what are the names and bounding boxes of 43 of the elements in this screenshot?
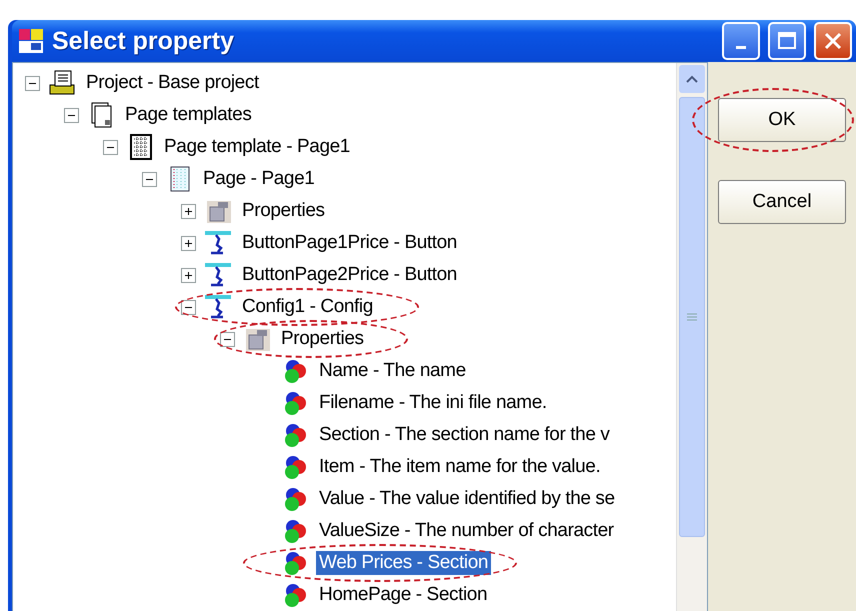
maximize-button[interactable] bbox=[768, 22, 806, 60]
close-icon bbox=[823, 31, 843, 51]
tree-item[interactable]: Value - The value identified by the se bbox=[316, 487, 618, 511]
maximize-icon bbox=[777, 31, 797, 51]
tree-item[interactable]: Config1 - Config bbox=[239, 295, 376, 319]
collapse-icon[interactable] bbox=[220, 332, 235, 346]
window-title: Select property bbox=[52, 26, 236, 56]
scroll-up-icon[interactable] bbox=[679, 65, 705, 93]
tree-item[interactable]: Filename - The ini file name. bbox=[316, 391, 550, 415]
tree-item[interactable]: Page - Page1 bbox=[200, 167, 318, 191]
figure-icon bbox=[203, 229, 233, 257]
collapse-icon[interactable] bbox=[181, 300, 196, 314]
tree-item[interactable]: Properties bbox=[239, 199, 328, 223]
binder-icon bbox=[47, 69, 77, 97]
app-icon bbox=[18, 28, 44, 54]
tree-item[interactable]: Page template - Page1 bbox=[161, 135, 353, 159]
dialog-button[interactable]: Cancel bbox=[718, 180, 846, 224]
minimize-icon bbox=[736, 46, 746, 48]
tree-item[interactable]: Web Prices - Section bbox=[316, 551, 492, 575]
figure-icon bbox=[203, 261, 233, 289]
tree-item[interactable]: Page templates bbox=[122, 103, 254, 127]
tree-item[interactable]: Name - The name bbox=[316, 359, 469, 383]
expand-icon[interactable] bbox=[181, 236, 196, 250]
scroll-thumb[interactable] bbox=[679, 97, 705, 537]
tree-item[interactable]: Section - The section name for the v bbox=[316, 423, 612, 447]
tree-item[interactable]: Item - The item name for the value. bbox=[316, 455, 604, 479]
tree-item[interactable]: ButtonPage1Price - Button bbox=[239, 231, 460, 255]
tree-item[interactable]: ButtonPage2Price - Button bbox=[239, 263, 460, 287]
tree-item[interactable]: HomePage - Section bbox=[316, 583, 490, 607]
expand-icon[interactable] bbox=[181, 204, 196, 218]
close-button[interactable] bbox=[814, 22, 852, 60]
collapse-icon[interactable] bbox=[64, 108, 79, 122]
collapse-icon[interactable] bbox=[142, 172, 157, 186]
tree-item[interactable]: Properties bbox=[278, 327, 367, 351]
scrollbar[interactable] bbox=[676, 63, 707, 611]
collapse-icon[interactable] bbox=[25, 76, 40, 90]
tree-item[interactable]: ValueSize - The number of character bbox=[316, 519, 617, 543]
expand-icon[interactable] bbox=[181, 268, 196, 282]
tree-item[interactable]: Project - Base project bbox=[83, 71, 262, 95]
figure-icon bbox=[203, 293, 233, 321]
collapse-icon[interactable] bbox=[103, 140, 118, 154]
dialog-button[interactable]: OK bbox=[718, 98, 846, 142]
minimize-button[interactable] bbox=[722, 22, 760, 60]
